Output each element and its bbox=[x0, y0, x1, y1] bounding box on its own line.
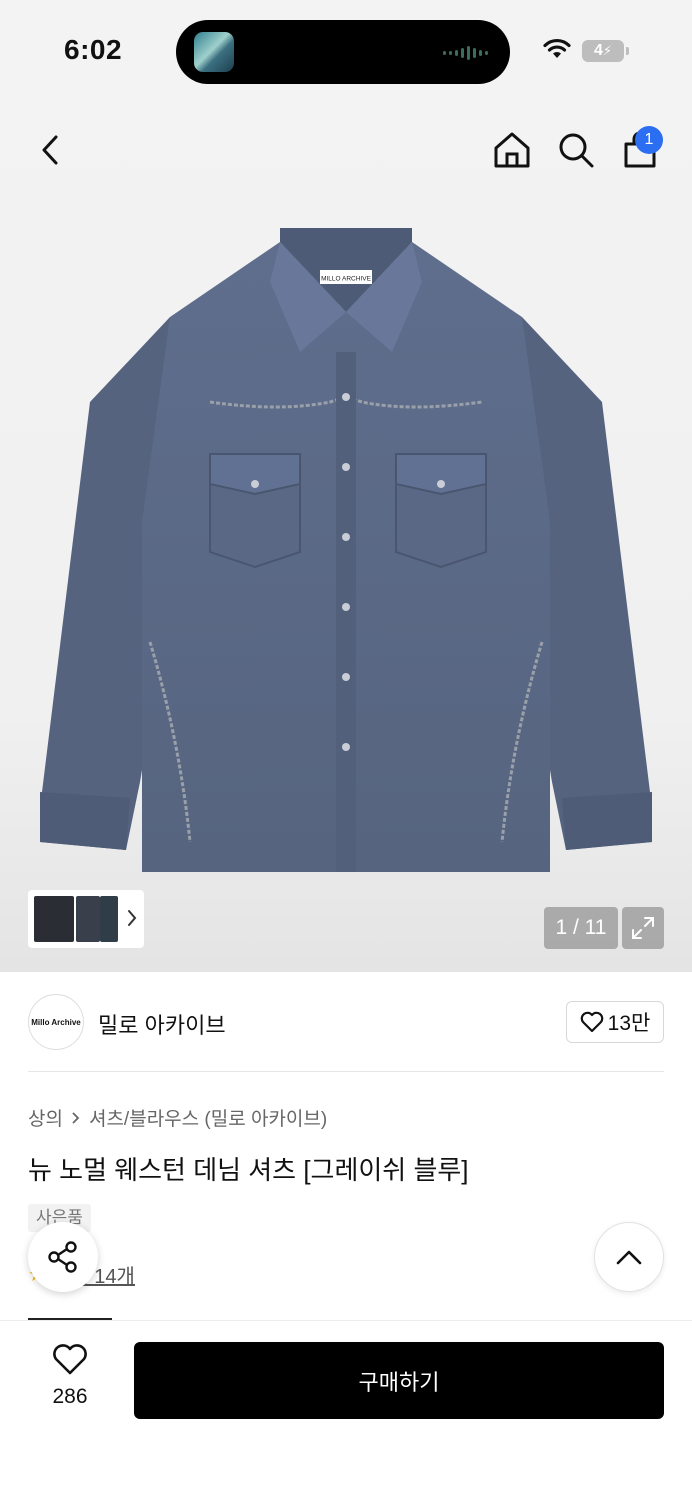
home-button[interactable] bbox=[490, 128, 534, 172]
heart-icon bbox=[53, 1344, 87, 1375]
scroll-top-button[interactable] bbox=[594, 1222, 664, 1292]
brand-like-button[interactable]: 13만 bbox=[566, 1001, 664, 1043]
brand-logo-text: Millo Archive bbox=[31, 1017, 81, 1027]
breadcrumb: 상의 셔츠/블라우스 (밀로 아카이브) bbox=[28, 1104, 327, 1131]
share-icon bbox=[48, 1241, 77, 1273]
heart-icon bbox=[580, 1011, 603, 1033]
chevron-right-icon bbox=[72, 1111, 80, 1124]
chevron-left-icon bbox=[42, 135, 58, 165]
product-title: 뉴 노멀 웨스턴 데님 셔츠 [그레이쉬 블루] bbox=[28, 1155, 469, 1185]
status-bar: 6:02 4⚡ bbox=[0, 0, 692, 100]
breadcrumb-subcategory[interactable]: 셔츠/블라우스 (밀로 아카이브) bbox=[89, 1104, 327, 1131]
wishlist-button[interactable]: 286 bbox=[34, 1344, 106, 1409]
expand-icon bbox=[632, 917, 654, 939]
color-thumbnail-strip[interactable] bbox=[28, 890, 144, 948]
expand-button[interactable] bbox=[622, 907, 664, 949]
share-button[interactable] bbox=[28, 1222, 98, 1292]
chevron-right-icon bbox=[128, 910, 137, 926]
thumbnail-navy[interactable] bbox=[76, 896, 100, 942]
wishlist-count: 286 bbox=[52, 1385, 88, 1408]
home-icon bbox=[494, 132, 530, 168]
thumbnail-black[interactable] bbox=[34, 896, 74, 942]
status-time: 6:02 bbox=[64, 34, 123, 65]
divider bbox=[28, 1071, 664, 1072]
shirt-label-text: MILLO ARCHIVE bbox=[321, 276, 372, 283]
cart-count-badge: 1 bbox=[635, 126, 663, 154]
brand-name[interactable]: 밀로 아카이브 bbox=[98, 1008, 226, 1040]
breadcrumb-category[interactable]: 상의 bbox=[28, 1104, 63, 1131]
brand-like-count: 13만 bbox=[607, 1012, 651, 1035]
dynamic-island bbox=[176, 20, 510, 84]
search-icon bbox=[559, 133, 594, 168]
buy-button[interactable]: 구매하기 bbox=[134, 1342, 664, 1419]
image-counter: 1 / 11 bbox=[544, 907, 618, 949]
chevron-up-icon bbox=[616, 1250, 642, 1265]
product-image-denim-shirt: MILLO ARCHIVE bbox=[40, 228, 652, 872]
thumbnail-dark-blue[interactable] bbox=[100, 896, 118, 942]
audio-wave-icon bbox=[443, 46, 488, 60]
now-playing-artwork bbox=[194, 32, 234, 72]
search-button[interactable] bbox=[554, 128, 598, 172]
battery-nub bbox=[626, 47, 629, 55]
wifi-icon bbox=[543, 38, 571, 58]
battery-indicator: 4⚡ bbox=[582, 40, 624, 62]
brand-logo[interactable]: Millo Archive bbox=[28, 994, 84, 1050]
back-button[interactable] bbox=[28, 128, 72, 172]
